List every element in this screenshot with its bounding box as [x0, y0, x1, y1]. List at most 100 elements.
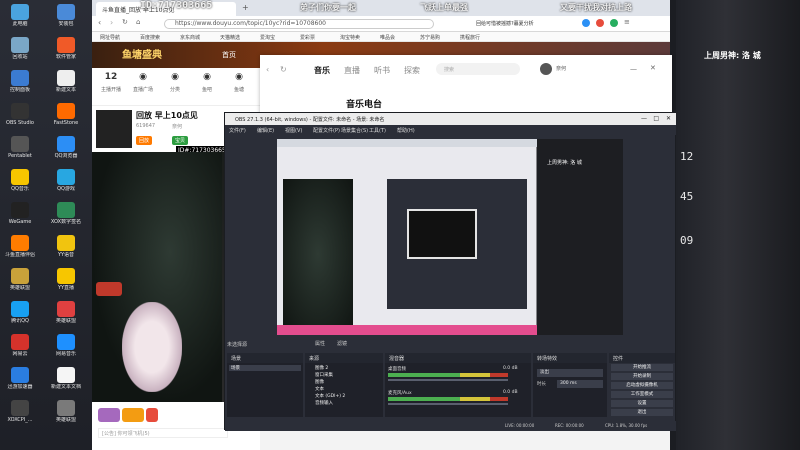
- control-button[interactable]: 开始录制: [611, 373, 673, 380]
- desktop-icon[interactable]: XOX数字签名: [46, 202, 86, 225]
- url-input[interactable]: https://www.douyu.com/topic/10yc?rid=107…: [164, 19, 434, 29]
- close-icon[interactable]: ✕: [666, 115, 671, 122]
- obs-menu-item[interactable]: 场景集合(S): [341, 127, 368, 134]
- desktop-icon[interactable]: XOXCPI_...: [0, 400, 40, 423]
- desktop-icon[interactable]: 网易云: [0, 334, 40, 357]
- obs-menu-item[interactable]: 配置文件(P): [313, 127, 340, 134]
- extension-icon[interactable]: [582, 19, 590, 27]
- gift-icon-2[interactable]: [122, 408, 144, 422]
- desktop-icon[interactable]: YY直播: [46, 268, 86, 291]
- duration-input[interactable]: 300 ms: [557, 380, 603, 388]
- desktop-icon[interactable]: 网易音乐: [46, 334, 86, 357]
- desktop-icon[interactable]: 英雄联盟: [46, 301, 86, 324]
- home-icon[interactable]: ⌂: [136, 18, 140, 26]
- desktop-icon[interactable]: 迅游加速器: [0, 367, 40, 390]
- streamer-name[interactable]: 奈何: [172, 123, 182, 130]
- desktop-icon[interactable]: QQ游戏: [46, 169, 86, 192]
- obs-preview[interactable]: 上周男神: 洛 城: [277, 139, 623, 335]
- bookmark-item[interactable]: 唯品会: [380, 34, 395, 41]
- chat-input[interactable]: [公告] 你可领飞机(5): [98, 428, 228, 438]
- obs-menu-item[interactable]: 视图(V): [285, 127, 302, 134]
- control-button[interactable]: 工作室模式: [611, 391, 673, 398]
- desktop-icon[interactable]: 新建文本文档: [46, 367, 86, 390]
- menu-icon[interactable]: ≡: [624, 18, 630, 26]
- qqmusic-search-input[interactable]: 搜索: [436, 63, 520, 75]
- desktop-icon[interactable]: 安装包: [46, 4, 86, 27]
- back-icon[interactable]: ‹: [266, 65, 269, 74]
- extension-icon-3[interactable]: [610, 19, 618, 27]
- stream-video[interactable]: [92, 152, 222, 402]
- desktop-icon[interactable]: 英雄联盟: [0, 268, 40, 291]
- desktop-icon[interactable]: 控制面板: [0, 70, 40, 93]
- tab-music[interactable]: 音乐: [314, 65, 330, 76]
- source-item[interactable]: 图像: [307, 379, 381, 385]
- obs-menu-item[interactable]: 帮助(H): [397, 127, 415, 134]
- douyu-side-item[interactable]: ◉ 鱼吧: [192, 72, 222, 93]
- desktop-icon[interactable]: Pentablet: [0, 136, 40, 159]
- maximize-icon[interactable]: □: [653, 115, 659, 122]
- douyu-brand[interactable]: 鱼塘盛典: [122, 46, 162, 61]
- obs-menu-item[interactable]: 工具(T): [369, 127, 386, 134]
- transition-select[interactable]: 淡出: [537, 369, 603, 377]
- desktop-icon[interactable]: 此电脑: [0, 4, 40, 27]
- room-tag[interactable]: 回放: [136, 136, 153, 145]
- volume-slider[interactable]: [388, 379, 508, 381]
- forward-icon[interactable]: ›: [110, 18, 113, 27]
- desktop-icon[interactable]: OBS Studio: [0, 103, 40, 126]
- desktop-icon[interactable]: YY语音: [46, 235, 86, 258]
- obs-menu-item[interactable]: 文件(F): [229, 127, 246, 134]
- filters-button[interactable]: 滤镜: [337, 340, 347, 347]
- control-button[interactable]: 设置: [611, 400, 673, 407]
- gift-icon-3[interactable]: [146, 408, 158, 422]
- new-tab-icon[interactable]: +: [242, 3, 249, 12]
- douyu-side-item[interactable]: 12 主播开播: [96, 72, 126, 93]
- douyu-side-item[interactable]: ◉ 直播广场: [128, 72, 158, 93]
- bookmark-item[interactable]: 爱彩票: [300, 34, 315, 41]
- gift-icon[interactable]: [98, 408, 120, 422]
- bookmark-item[interactable]: 携程旅行: [460, 34, 480, 41]
- refresh-icon[interactable]: ↻: [280, 65, 287, 74]
- minimize-icon[interactable]: —: [630, 65, 637, 73]
- desktop-icon[interactable]: FastStone: [46, 103, 86, 126]
- user-name[interactable]: 奈何: [556, 65, 566, 72]
- bookmark-item[interactable]: 天猫精选: [220, 34, 240, 41]
- bookmark-item[interactable]: 百度搜索: [140, 34, 160, 41]
- source-item[interactable]: 文本 (GDI+) 2: [307, 393, 381, 399]
- desktop-icon[interactable]: 英雄联盟: [46, 400, 86, 423]
- desktop-icon[interactable]: 新建文本: [46, 70, 86, 93]
- source-item[interactable]: 音频输入: [307, 400, 381, 406]
- obs-menu-item[interactable]: 编辑(E): [257, 127, 274, 134]
- back-icon[interactable]: ‹: [98, 18, 101, 27]
- desktop-icon[interactable]: 斗鱼直播伴侣: [0, 235, 40, 258]
- control-button[interactable]: 开始推流: [611, 364, 673, 371]
- properties-button[interactable]: 属性: [315, 340, 325, 347]
- scene-item[interactable]: 场景: [229, 365, 301, 371]
- bookmark-item[interactable]: 爱淘宝: [260, 34, 275, 41]
- refresh-icon[interactable]: ↻: [122, 18, 128, 26]
- desktop-icon[interactable]: QQ音乐: [0, 169, 40, 192]
- desktop-icon[interactable]: WeGame: [0, 202, 40, 225]
- douyu-side-item[interactable]: ◉ 分类: [160, 72, 190, 93]
- control-button[interactable]: 启动虚拟摄像机: [611, 382, 673, 389]
- search-hint[interactable]: 回给可惜被摇撼?暮夏分析: [476, 20, 534, 27]
- volume-slider[interactable]: [388, 403, 508, 405]
- tab-audiobook[interactable]: 听书: [374, 65, 390, 76]
- tab-explore[interactable]: 探索: [404, 65, 420, 76]
- desktop-icon[interactable]: 软件管家: [46, 37, 86, 60]
- douyu-side-item[interactable]: ◉ 鱼塘: [224, 72, 254, 93]
- desktop-icon[interactable]: QQ浏览器: [46, 136, 86, 159]
- source-item[interactable]: 文本: [307, 386, 381, 392]
- control-button[interactable]: 退出: [611, 409, 673, 416]
- extension-icon-2[interactable]: [596, 19, 604, 27]
- bookmark-item[interactable]: 淘宝特卖: [340, 34, 360, 41]
- tab-live[interactable]: 直播: [344, 65, 360, 76]
- close-icon[interactable]: ✕: [650, 64, 656, 72]
- bookmark-item[interactable]: 苏宁易购: [420, 34, 440, 41]
- source-item[interactable]: 窗口采集: [307, 372, 381, 378]
- gift-badge[interactable]: [96, 282, 122, 296]
- desktop-icon[interactable]: 腾讯QQ: [0, 301, 40, 324]
- bookmark-item[interactable]: 网址导航: [100, 34, 120, 41]
- desktop-icon[interactable]: 回收站: [0, 37, 40, 60]
- minimize-icon[interactable]: —: [641, 115, 647, 122]
- guard-badge[interactable]: 宝贝: [172, 136, 189, 145]
